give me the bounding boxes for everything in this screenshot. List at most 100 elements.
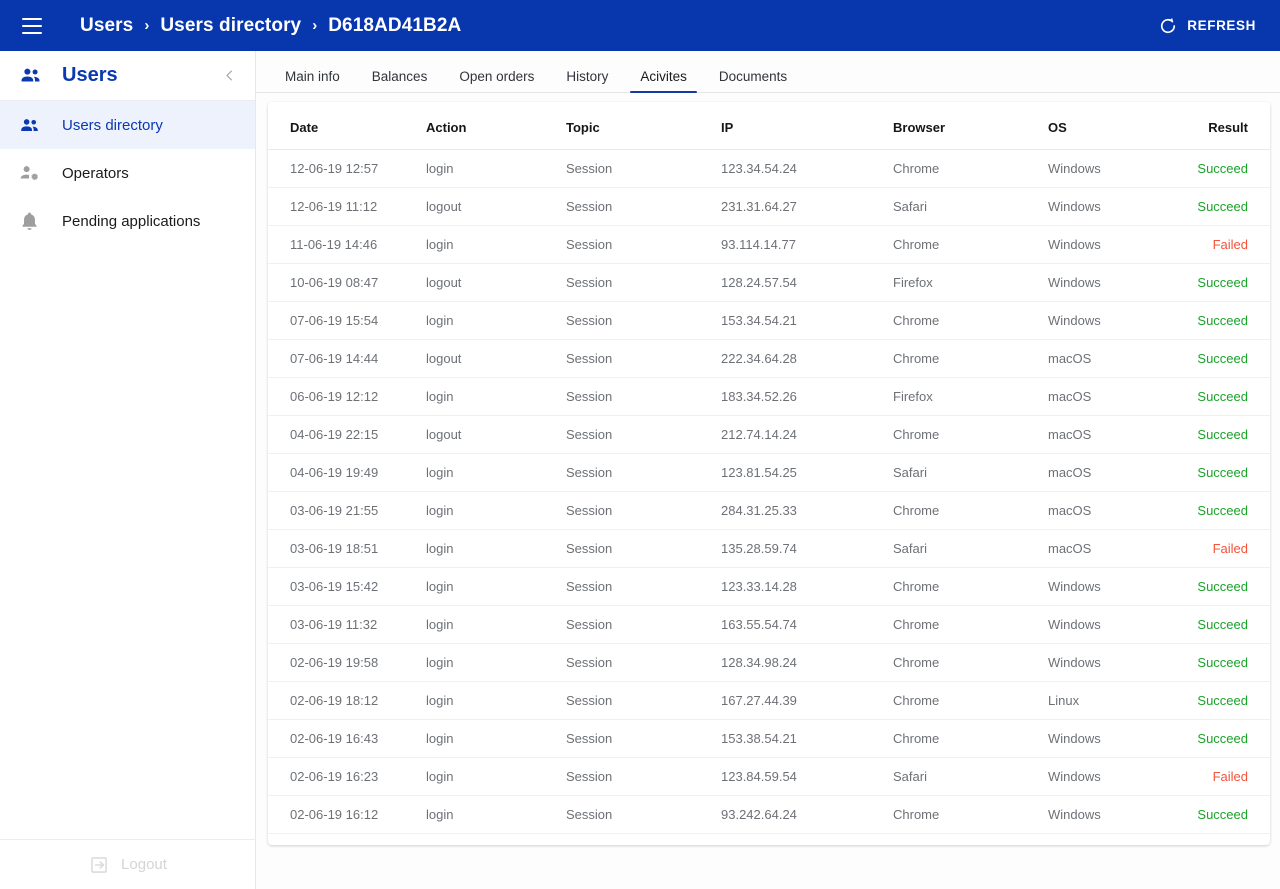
table-row[interactable]: 02-06-19 19:58 login Session 128.34.98.24 Ch… — [268, 643, 1270, 682]
people-icon — [18, 114, 48, 137]
table-row[interactable]: 02-06-19 16:23 login Session 123.84.59.54 Sa… — [268, 757, 1270, 796]
cell-action: login — [426, 681, 566, 720]
breadcrumb-item-users[interactable]: Users — [80, 15, 133, 37]
cell-action: logout — [426, 415, 566, 454]
sidebar-item-users-directory[interactable]: Users directory — [0, 101, 255, 149]
cell-os: Windows — [1048, 225, 1168, 264]
cell-browser: Chrome — [893, 225, 1048, 264]
cell-browser: Safari — [893, 757, 1048, 796]
breadcrumb-item-user-id: D618AD41B2A — [328, 14, 462, 36]
cell-date: 02-06-19 16:23 — [268, 757, 426, 796]
cell-date: 06-06-19 12:12 — [268, 377, 426, 416]
table-row[interactable]: 07-06-19 14:44 logout Session 222.34.64.28 C… — [268, 339, 1270, 378]
sidebar-item-label: Operators — [62, 164, 129, 182]
cell-ip: 93.242.64.24 — [721, 795, 893, 834]
cell-topic: Session — [566, 833, 721, 845]
table-row[interactable]: 12-06-19 11:12 logout Session 231.31.64.27 S… — [268, 187, 1270, 226]
cell-browser: Chrome — [893, 719, 1048, 758]
cell-date: 03-06-19 15:42 — [268, 567, 426, 606]
cell-result: Succeed — [1168, 719, 1270, 758]
cell-os: Windows — [1048, 567, 1168, 606]
table-row[interactable]: 10-06-19 08:47 logout Session 128.24.57.54 F… — [268, 263, 1270, 302]
column-header-action: Action — [426, 102, 566, 150]
refresh-button[interactable]: REFRESH — [1154, 10, 1260, 42]
tab-bar: Main info Balances Open orders History A… — [256, 51, 1280, 93]
cell-action: login — [426, 529, 566, 568]
tab-open-orders[interactable]: Open orders — [443, 69, 550, 93]
cell-browser: Chrome — [893, 339, 1048, 378]
table-row[interactable]: 03-06-19 15:42 login Session 123.33.14.28 Ch… — [268, 567, 1270, 606]
cell-topic: Session — [566, 339, 721, 378]
tab-history[interactable]: History — [550, 69, 624, 93]
cell-browser: Chrome — [893, 605, 1048, 644]
table-row[interactable]: 04-06-19 19:49 login Session 123.81.54.25 Sa… — [268, 453, 1270, 492]
cell-os: macOS — [1048, 339, 1168, 378]
cell-result: Succeed — [1168, 681, 1270, 720]
cell-ip: 231.31.64.27 — [721, 187, 893, 226]
tab-acivites[interactable]: Acivites — [624, 69, 703, 93]
cell-topic: Session — [566, 491, 721, 530]
cell-ip: 212.74.14.24 — [721, 415, 893, 454]
cell-os: macOS — [1048, 529, 1168, 568]
cell-os: macOS — [1048, 453, 1168, 492]
cell-topic: Session — [566, 529, 721, 568]
table-header-row: Date Action Topic IP Browser OS Result — [268, 102, 1270, 150]
cell-topic: Session — [566, 719, 721, 758]
logout-icon — [89, 855, 109, 875]
top-app-bar: Users › Users directory › D618AD41B2A RE… — [0, 0, 1280, 51]
table-row[interactable]: 03-06-19 21:55 login Session 284.31.25.33 Ch… — [268, 491, 1270, 530]
cell-result: Succeed — [1168, 301, 1270, 340]
cell-ip: 167.27.44.39 — [721, 681, 893, 720]
cell-ip: 222.34.64.28 — [721, 339, 893, 378]
cell-ip: 153.38.54.21 — [721, 719, 893, 758]
table-row[interactable]: 12-06-19 12:57 login Session 123.34.54.24 Ch… — [268, 149, 1270, 188]
cell-os: Windows — [1048, 187, 1168, 226]
tab-documents[interactable]: Documents — [703, 69, 803, 93]
column-header-ip: IP — [721, 102, 893, 150]
cell-ip: 128.24.57.54 — [721, 263, 893, 302]
table-row[interactable]: 11-06-19 14:46 login Session 93.114.14.77 Ch… — [268, 225, 1270, 264]
tab-main-info[interactable]: Main info — [269, 69, 356, 93]
cell-date: 04-06-19 22:15 — [268, 415, 426, 454]
chevron-left-icon[interactable] — [218, 64, 241, 87]
cell-ip: 93.114.14.77 — [721, 225, 893, 264]
cell-browser: Firefox — [893, 833, 1048, 845]
table-row[interactable]: 04-06-19 22:15 logout Session 212.74.14.24 C… — [268, 415, 1270, 454]
cell-result: Failed — [1168, 225, 1270, 264]
cell-os: macOS — [1048, 377, 1168, 416]
table-row[interactable]: 02-06-19 15:42loginSession53.141.34.74Fi… — [268, 833, 1270, 845]
cell-action: login — [426, 301, 566, 340]
cell-result: Succeed — [1168, 415, 1270, 454]
column-header-browser: Browser — [893, 102, 1048, 150]
cell-browser: Safari — [893, 187, 1048, 226]
table-row[interactable]: 07-06-19 15:54 login Session 153.34.54.21 Ch… — [268, 301, 1270, 340]
cell-topic: Session — [566, 377, 721, 416]
sidebar-item-pending-applications[interactable]: Pending applications — [0, 197, 255, 245]
people-icon — [18, 63, 48, 88]
cell-os: macOS — [1048, 415, 1168, 454]
cell-os: Windows — [1048, 833, 1168, 845]
table-row[interactable]: 03-06-19 11:32 login Session 163.55.54.74 Ch… — [268, 605, 1270, 644]
table-row[interactable]: 06-06-19 12:12 login Session 183.34.52.26 Fi… — [268, 377, 1270, 416]
table-row[interactable]: 03-06-19 18:51 login Session 135.28.59.74 Sa… — [268, 529, 1270, 568]
cell-date: 10-06-19 08:47 — [268, 263, 426, 302]
cell-ip: 183.34.52.26 — [721, 377, 893, 416]
sidebar-item-operators[interactable]: Operators — [0, 149, 255, 197]
table-row[interactable]: 02-06-19 16:12 login Session 93.242.64.24 Ch… — [268, 795, 1270, 834]
cell-action: login — [426, 795, 566, 834]
logout-button[interactable]: Logout — [0, 839, 256, 889]
hamburger-menu-icon[interactable] — [18, 12, 46, 40]
cell-date: 12-06-19 12:57 — [268, 149, 426, 188]
tab-balances[interactable]: Balances — [356, 69, 444, 93]
cell-os: Windows — [1048, 795, 1168, 834]
table-row[interactable]: 02-06-19 16:43 login Session 153.38.54.21 Ch… — [268, 719, 1270, 758]
cell-browser: Chrome — [893, 491, 1048, 530]
breadcrumb-item-users-directory[interactable]: Users directory — [160, 15, 301, 37]
table-row[interactable]: 02-06-19 18:12 login Session 167.27.44.39 Ch… — [268, 681, 1270, 720]
cell-result: Failed — [1168, 529, 1270, 568]
cell-action: login — [426, 643, 566, 682]
cell-os: macOS — [1048, 491, 1168, 530]
cell-result: Succeed — [1168, 643, 1270, 682]
cell-os: Windows — [1048, 643, 1168, 682]
cell-result: Succeed — [1168, 263, 1270, 302]
